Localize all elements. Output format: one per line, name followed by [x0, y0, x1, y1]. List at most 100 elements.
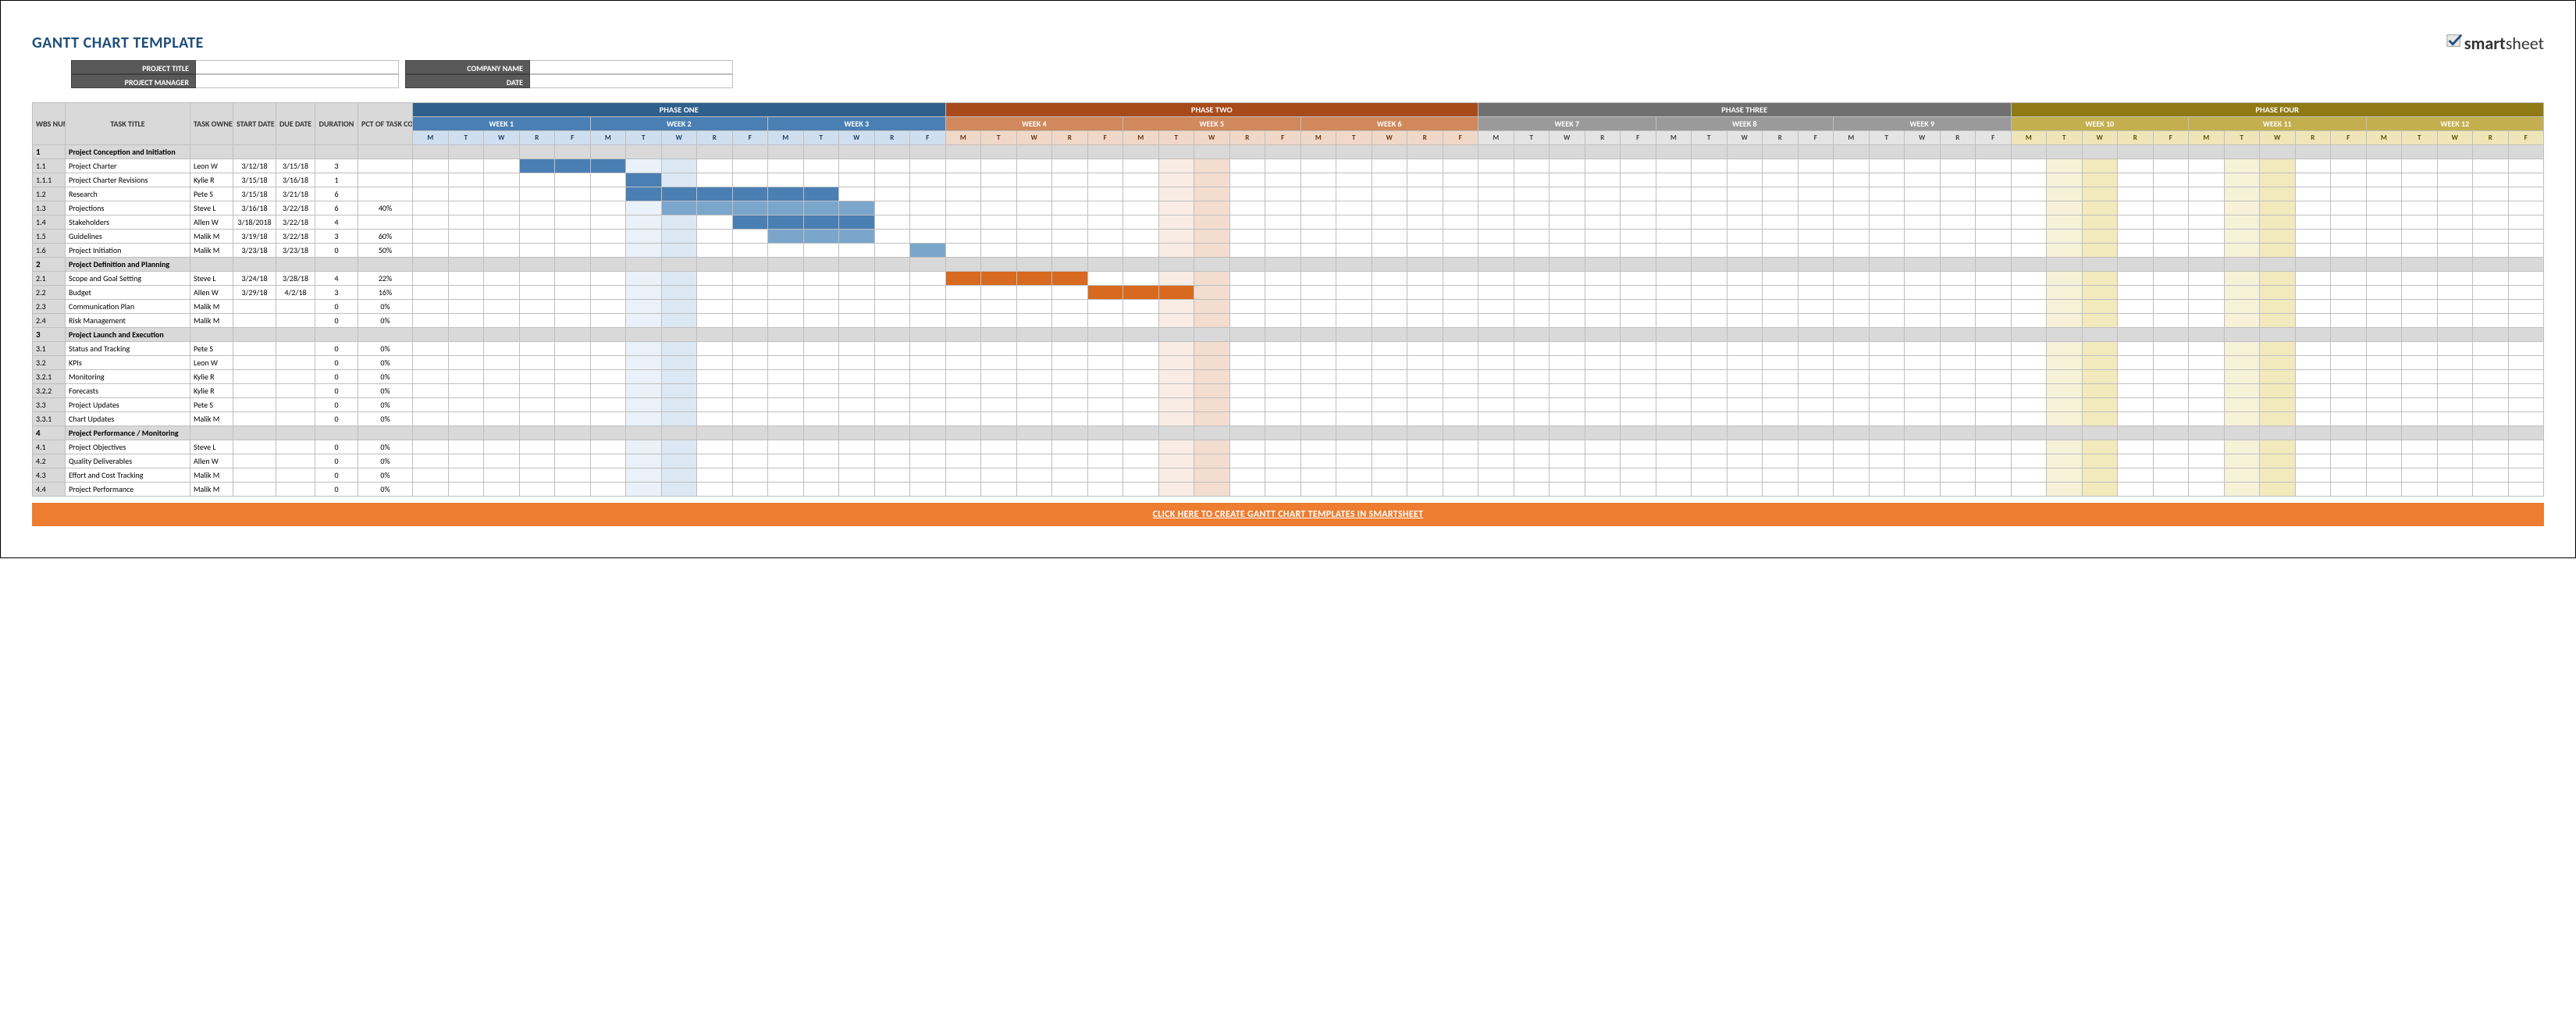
- task-start-cell[interactable]: [233, 314, 276, 328]
- task-start-cell[interactable]: [233, 398, 276, 412]
- task-owner-cell[interactable]: Leon W: [190, 159, 233, 173]
- task-start-cell[interactable]: [233, 454, 276, 468]
- footer-cta-link[interactable]: CLICK HERE TO CREATE GANTT CHART TEMPLAT…: [32, 503, 2544, 526]
- task-due-cell[interactable]: [276, 342, 315, 356]
- task-start-cell[interactable]: [233, 370, 276, 384]
- task-title-cell[interactable]: Stakeholders: [66, 215, 190, 230]
- task-start-cell[interactable]: 3/15/18: [233, 187, 276, 201]
- task-pct-cell[interactable]: 100%: [358, 159, 413, 173]
- task-owner-cell[interactable]: Malik M: [190, 412, 233, 426]
- task-start-cell[interactable]: 3/23/18: [233, 244, 276, 258]
- meta-input-project-title[interactable]: [196, 60, 399, 74]
- task-owner-cell[interactable]: Allen W: [190, 286, 233, 300]
- meta-input-date[interactable]: [530, 74, 733, 88]
- task-owner-cell[interactable]: Steve L: [190, 272, 233, 286]
- task-owner-cell[interactable]: Pete S: [190, 342, 233, 356]
- task-title-cell[interactable]: Communication Plan: [66, 300, 190, 314]
- task-duration-cell[interactable]: 0: [315, 314, 358, 328]
- task-start-cell[interactable]: [233, 384, 276, 398]
- task-due-cell[interactable]: [276, 454, 315, 468]
- task-owner-cell[interactable]: Steve L: [190, 440, 233, 454]
- task-title-cell[interactable]: Forecasts: [66, 384, 190, 398]
- task-due-cell[interactable]: [276, 300, 315, 314]
- task-duration-cell[interactable]: 0: [315, 454, 358, 468]
- task-start-cell[interactable]: [233, 468, 276, 483]
- task-owner-cell[interactable]: Pete S: [190, 398, 233, 412]
- task-title-cell[interactable]: Projections: [66, 201, 190, 215]
- task-pct-cell[interactable]: 0%: [358, 314, 413, 328]
- task-due-cell[interactable]: 3/15/18: [276, 159, 315, 173]
- task-duration-cell[interactable]: 3: [315, 286, 358, 300]
- task-duration-cell[interactable]: 0: [315, 412, 358, 426]
- task-due-cell[interactable]: 3/22/18: [276, 215, 315, 230]
- task-owner-cell[interactable]: Malik M: [190, 468, 233, 483]
- task-due-cell[interactable]: [276, 412, 315, 426]
- task-start-cell[interactable]: [233, 356, 276, 370]
- task-owner-cell[interactable]: Allen W: [190, 454, 233, 468]
- task-title-cell[interactable]: Quality Deliverables: [66, 454, 190, 468]
- task-pct-cell[interactable]: 0%: [358, 300, 413, 314]
- task-pct-cell[interactable]: 0%: [358, 356, 413, 370]
- task-duration-cell[interactable]: 0: [315, 244, 358, 258]
- task-duration-cell[interactable]: 0: [315, 483, 358, 497]
- task-start-cell[interactable]: 3/12/18: [233, 159, 276, 173]
- task-title-cell[interactable]: Monitoring: [66, 370, 190, 384]
- task-title-cell[interactable]: Guidelines: [66, 230, 190, 244]
- task-duration-cell[interactable]: 6: [315, 187, 358, 201]
- task-owner-cell[interactable]: Steve L: [190, 201, 233, 215]
- task-owner-cell[interactable]: Kylie R: [190, 370, 233, 384]
- task-title-cell[interactable]: Project Performance: [66, 483, 190, 497]
- meta-input-project-manager[interactable]: [196, 74, 399, 88]
- task-pct-cell[interactable]: 0%: [358, 440, 413, 454]
- task-pct-cell[interactable]: 70%: [358, 215, 413, 230]
- task-due-cell[interactable]: [276, 440, 315, 454]
- task-start-cell[interactable]: 3/19/18: [233, 230, 276, 244]
- task-title-cell[interactable]: Risk Management: [66, 314, 190, 328]
- task-pct-cell[interactable]: 0%: [358, 398, 413, 412]
- task-due-cell[interactable]: [276, 384, 315, 398]
- task-duration-cell[interactable]: 0: [315, 300, 358, 314]
- task-pct-cell[interactable]: 100%: [358, 173, 413, 187]
- task-pct-cell[interactable]: 40%: [358, 201, 413, 215]
- task-due-cell[interactable]: [276, 483, 315, 497]
- task-due-cell[interactable]: [276, 314, 315, 328]
- task-duration-cell[interactable]: 6: [315, 201, 358, 215]
- task-owner-cell[interactable]: Malik M: [190, 244, 233, 258]
- task-start-cell[interactable]: 3/15/18: [233, 173, 276, 187]
- task-title-cell[interactable]: Project Initiation: [66, 244, 190, 258]
- task-pct-cell[interactable]: 0%: [358, 454, 413, 468]
- task-owner-cell[interactable]: Allen W: [190, 215, 233, 230]
- task-title-cell[interactable]: Effort and Cost Tracking: [66, 468, 190, 483]
- task-owner-cell[interactable]: Malik M: [190, 483, 233, 497]
- meta-input-company[interactable]: [530, 60, 733, 74]
- task-owner-cell[interactable]: Malik M: [190, 230, 233, 244]
- task-due-cell[interactable]: 4/2/18: [276, 286, 315, 300]
- task-duration-cell[interactable]: 3: [315, 230, 358, 244]
- task-duration-cell[interactable]: 0: [315, 342, 358, 356]
- task-title-cell[interactable]: Project Charter Revisions: [66, 173, 190, 187]
- task-owner-cell[interactable]: Malik M: [190, 314, 233, 328]
- task-due-cell[interactable]: [276, 398, 315, 412]
- task-start-cell[interactable]: 3/24/18: [233, 272, 276, 286]
- task-due-cell[interactable]: 3/28/18: [276, 272, 315, 286]
- task-start-cell[interactable]: [233, 440, 276, 454]
- task-owner-cell[interactable]: Kylie R: [190, 173, 233, 187]
- task-pct-cell[interactable]: 50%: [358, 244, 413, 258]
- task-pct-cell[interactable]: 0%: [358, 483, 413, 497]
- task-pct-cell[interactable]: 22%: [358, 272, 413, 286]
- task-pct-cell[interactable]: 0%: [358, 384, 413, 398]
- task-due-cell[interactable]: 3/22/18: [276, 201, 315, 215]
- task-title-cell[interactable]: Research: [66, 187, 190, 201]
- task-pct-cell[interactable]: 0%: [358, 370, 413, 384]
- task-duration-cell[interactable]: 0: [315, 398, 358, 412]
- task-due-cell[interactable]: [276, 468, 315, 483]
- task-title-cell[interactable]: Project Updates: [66, 398, 190, 412]
- task-pct-cell[interactable]: 0%: [358, 468, 413, 483]
- task-duration-cell[interactable]: 0: [315, 370, 358, 384]
- task-duration-cell[interactable]: 1: [315, 173, 358, 187]
- task-pct-cell[interactable]: 90%: [358, 187, 413, 201]
- task-due-cell[interactable]: 3/16/18: [276, 173, 315, 187]
- task-start-cell[interactable]: 3/29/18: [233, 286, 276, 300]
- task-pct-cell[interactable]: 16%: [358, 286, 413, 300]
- task-title-cell[interactable]: Scope and Goal Setting: [66, 272, 190, 286]
